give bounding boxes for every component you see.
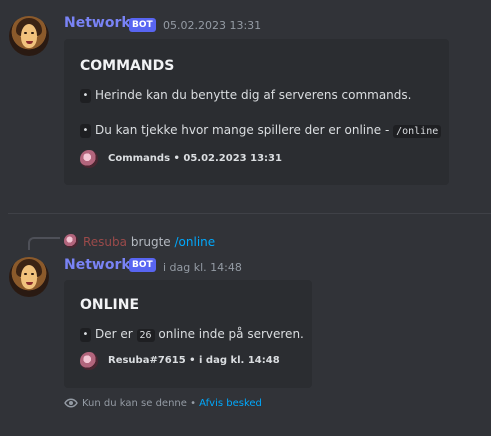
dismiss-message-link[interactable]: Afvis besked bbox=[199, 398, 262, 409]
reply-avatar[interactable] bbox=[64, 234, 78, 248]
avatar-face bbox=[21, 265, 37, 289]
reply-username[interactable]: Resuba bbox=[83, 235, 127, 249]
online-embed: ONLINE • Der er 26 online inde på servere… bbox=[64, 280, 312, 388]
embed-footer: Commands • 05.02.2023 13:31 bbox=[108, 153, 282, 164]
bot-avatar[interactable] bbox=[9, 257, 49, 297]
message-timestamp[interactable]: 05.02.2023 13:31 bbox=[163, 19, 261, 32]
username[interactable]: Network bbox=[64, 15, 131, 31]
footer-icon bbox=[80, 352, 98, 370]
online-count: 26 bbox=[136, 329, 155, 342]
username[interactable]: Network bbox=[64, 257, 131, 273]
bot-avatar[interactable] bbox=[9, 16, 49, 56]
footer-icon bbox=[80, 150, 98, 168]
eye-icon bbox=[64, 398, 78, 408]
ephemeral-notice: Kun du kan se denne • Afvis besked bbox=[64, 398, 262, 409]
message-divider bbox=[8, 213, 491, 214]
embed-title: COMMANDS bbox=[80, 58, 175, 74]
embed-line: • Du kan tjekke hvor mange spillere der e… bbox=[80, 123, 442, 138]
embed-line: • Herinde kan du benytte dig af serverens… bbox=[80, 88, 411, 103]
inline-code: /online bbox=[393, 125, 442, 138]
reply-preview[interactable]: Resuba brugte /online bbox=[83, 235, 215, 249]
avatar-face bbox=[21, 24, 37, 48]
embed-title: ONLINE bbox=[80, 297, 140, 313]
bot-badge: BOT bbox=[129, 258, 156, 272]
reply-connector bbox=[28, 237, 60, 250]
embed-footer: Resuba#7615 • i dag kl. 14:48 bbox=[108, 355, 280, 366]
message-timestamp[interactable]: i dag kl. 14:48 bbox=[163, 261, 242, 274]
reply-command[interactable]: /online bbox=[175, 235, 216, 249]
bot-badge: BOT bbox=[129, 18, 156, 32]
embed-line: • Der er 26 online inde på serveren. bbox=[80, 327, 304, 342]
commands-embed: COMMANDS • Herinde kan du benytte dig af … bbox=[64, 39, 449, 185]
